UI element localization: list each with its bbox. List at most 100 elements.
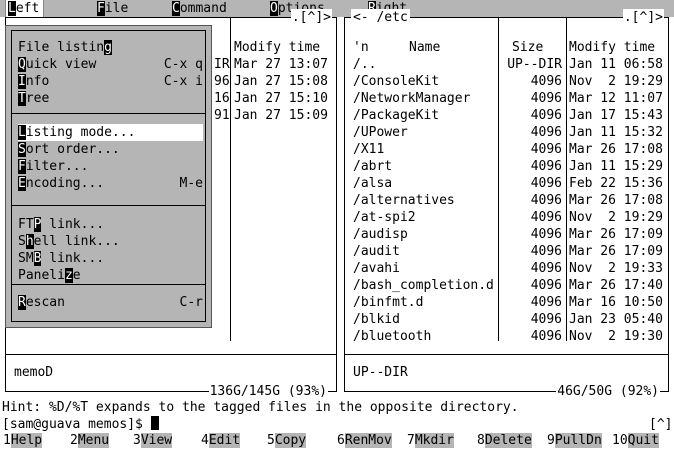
file-modify-time: Jan 23 05:40 [569,312,663,327]
menu-item-hotkey: F [18,159,26,174]
menu-item-label: Listing mode... [18,124,135,141]
right-free-space: 46G/50G (92%) [556,383,660,400]
menu-item-text: ell link... [33,234,120,249]
size-column-header[interactable]: Size [512,39,543,56]
right-panel[interactable]: <- /etc .[^]> 'n Name Size Modify time /… [344,9,669,400]
menu-item-label: Rescan [18,294,65,311]
menu-item[interactable]: Rescan C-r [18,294,203,311]
menu-item-text: ort order... [25,142,120,157]
file-name[interactable]: /alternatives [353,192,455,209]
fkey-1[interactable]: 1Help [3,432,43,449]
menu-hotkey: C [172,1,180,16]
menu-item-shortcut: C-r [179,295,203,310]
file-name[interactable]: /NetworkManager [353,90,470,107]
file-name[interactable]: /at-spi2 [353,209,416,226]
file-name[interactable]: /blkid [353,311,400,328]
menu-separator [11,113,206,114]
menu-item-text: Paneli [18,268,65,283]
fkey-9[interactable]: 9PullDn [547,432,602,449]
fkey-6[interactable]: 6RenMov [337,432,392,449]
menu-left[interactable]: Left [4,0,45,18]
fkey-label: Menu [77,433,110,448]
hint-line: Hint: %D/%T expands to the tagged files … [2,400,519,415]
file-name[interactable]: /bash_completion.d [353,277,494,294]
menu-item[interactable]: FTP link... [18,216,203,233]
column-divider [566,18,567,341]
file-name[interactable]: /audisp [353,226,408,243]
menu-item-text: e [72,268,81,283]
file-name[interactable]: /avahi [353,260,400,277]
left-panel-badge[interactable]: .[^]> [290,9,332,26]
menu-separator [11,205,206,206]
right-panel-path[interactable]: <- /etc [351,9,410,26]
left-mini-status: memoD [14,365,54,380]
fkey-7[interactable]: 7Mkdir [407,432,454,449]
menu-file[interactable]: File [95,0,132,17]
name-column-header[interactable]: Name [409,39,440,56]
file-modify-time: Mar 26 17:09 [569,244,663,259]
fkey-2[interactable]: 2Menu [70,432,110,449]
file-name[interactable]: /PackageKit [353,107,439,124]
fkey-label: RenMov [344,433,392,448]
fkey-4[interactable]: 4Edit [201,432,241,449]
file-modify-time: Feb 22 15:36 [569,176,663,191]
menu-item[interactable]: Panelize [18,267,203,284]
file-name[interactable]: /alsa [353,175,392,192]
file-size: 4096 [530,193,562,208]
menu-item[interactable]: Sort order... [18,141,203,158]
menu-label: ile [104,1,129,16]
fkey-10[interactable]: 10Quit [612,432,659,449]
left-cell-tail: IR [214,57,230,72]
left-modify-header: Modify time [234,40,321,55]
menu-item[interactable]: File listing [18,39,203,56]
file-size: 4096 [530,329,562,344]
menu-item-hotkey: g [104,40,112,55]
prompt-badge[interactable]: [^] [649,416,672,433]
fkey-number: 7 [407,433,415,448]
file-name[interactable]: /bluetooth [353,328,431,345]
file-size: 4096 [530,108,562,123]
menu-item[interactable]: Quick view C-x q [18,56,203,73]
shell-prompt: [sam@guava memos]$ [2,417,151,432]
fkey-number: 9 [547,433,555,448]
menu-item-text: S [18,234,26,249]
menu-item-label: Tree [18,90,49,107]
menu-item-label: SMB link... [18,250,104,267]
fkey-label: Quit [627,433,659,448]
menu-item-hotkey: R [18,295,26,310]
command-line[interactable]: [sam@guava memos]$ [2,416,159,433]
menu-hotkey: O [270,1,278,16]
file-name[interactable]: /ConsoleKit [353,73,439,90]
menu-item-text: ree [25,91,50,106]
menu-item-label: Encoding... [18,175,104,192]
menu-item[interactable]: Shell link... [18,233,203,250]
menu-command[interactable]: Command [170,0,231,17]
file-size: 4096 [530,244,562,259]
menu-item[interactable]: Info C-x i [18,73,203,90]
right-panel-badge[interactable]: .[^]> [622,9,664,26]
menu-item-text: link... [41,251,105,266]
file-modify-time: Jan 11 06:58 [569,57,663,72]
menu-item[interactable]: Tree [18,90,203,107]
file-name[interactable]: /UPower [353,124,408,141]
menu-item[interactable]: SMB link... [18,250,203,267]
file-name[interactable]: /audit [353,243,400,260]
menu-item[interactable]: Listing mode... [18,124,203,141]
file-name[interactable]: /binfmt.d [353,294,423,311]
file-modify-time: Jan 17 15:43 [569,108,663,123]
file-modify-time: Mar 16 10:50 [569,295,663,310]
menu-item-text: ncoding... [25,176,105,191]
cursor [150,416,159,430]
fkey-3[interactable]: 3View [133,432,173,449]
file-name[interactable]: /abrt [353,158,392,175]
menu-item[interactable]: Filter... [18,158,203,175]
file-name[interactable]: /.. [353,56,376,73]
fkey-5[interactable]: 5Copy [267,432,307,449]
fkey-8[interactable]: 8Delete [477,432,532,449]
menu-separator [11,284,206,285]
menu-item[interactable]: Encoding... M-e [18,175,203,192]
modify-column-header[interactable]: Modify time [569,39,655,56]
left-dropdown-menu: File listing Quick view C-x q Info C-x i Tree… [5,25,212,328]
fkey-number: 8 [477,433,485,448]
file-name[interactable]: /X11 [353,141,384,158]
